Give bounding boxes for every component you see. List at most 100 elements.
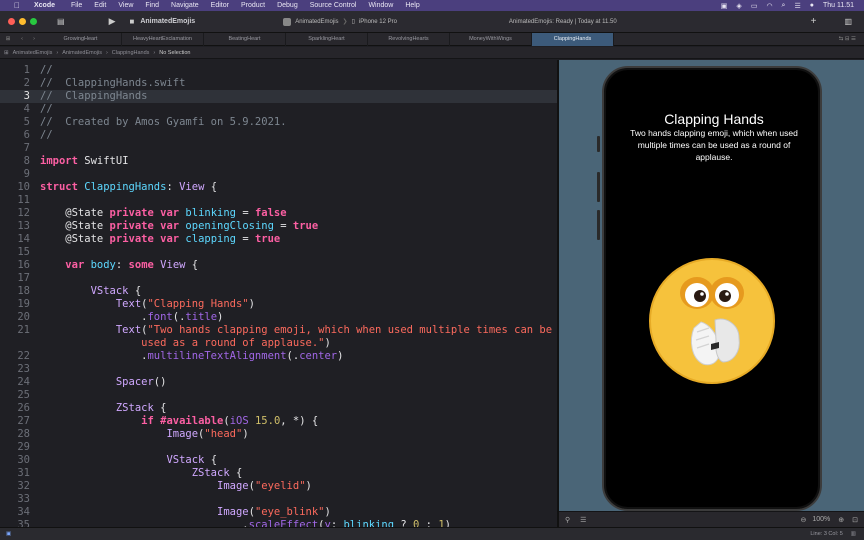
tab-sparkling-heart[interactable]: SparklingHeart — [286, 32, 368, 46]
jump-bar-symbol[interactable]: No Selection — [159, 50, 190, 56]
code-line[interactable]: 31 ZStack { — [0, 467, 557, 480]
tab-label: MoneyWithWings — [469, 36, 512, 42]
source-editor[interactable]: 1 // 2 // ClappingHands.swift 3 // ClappingHa… — [0, 60, 557, 527]
line-number: 15 — [17, 246, 30, 258]
code-line[interactable]: 11 — [0, 194, 557, 207]
line-number: 9 — [23, 168, 30, 180]
split-editor-icon[interactable]: ⇆ ⊟ ☰ — [839, 36, 856, 42]
code-line[interactable]: 9 — [0, 168, 557, 181]
forward-icon[interactable]: › — [28, 36, 40, 42]
code-line[interactable]: 22 .multilineTextAlignment(.center) — [0, 350, 557, 363]
debug-area-toggle-icon[interactable]: ▣ — [6, 531, 11, 537]
zoom-in-icon[interactable]: ⊕ — [838, 516, 844, 524]
code-line[interactable]: 32 Image("eyelid") — [0, 480, 557, 493]
code-line[interactable]: 12 @State private var blinking = false — [0, 207, 557, 220]
back-icon[interactable]: ‹ — [16, 36, 28, 42]
tab-revolving-hearts[interactable]: RevolvingHearts — [368, 32, 450, 46]
code-line[interactable]: 5 // Created by Amos Gyamfi on 5.9.2021. — [0, 116, 557, 129]
menu-item-find[interactable]: Find — [145, 2, 159, 9]
tab-growing-heart[interactable]: GrowingHeart — [40, 32, 122, 46]
code-line[interactable]: 29 — [0, 441, 557, 454]
code-line[interactable]: 6 // — [0, 129, 557, 142]
phone-preview[interactable]: Clapping Hands Two hands clapping emoji,… — [602, 66, 822, 511]
inspector-toggle-icon[interactable]: ▥ — [844, 17, 852, 26]
menu-item-navigate[interactable]: Navigate — [171, 2, 199, 9]
code-line[interactable]: 25 — [0, 389, 557, 402]
tab-beating-heart[interactable]: BeatingHeart — [204, 32, 286, 46]
code-line[interactable]: 30 VStack { — [0, 454, 557, 467]
code-line[interactable]: 13 @State private var openingClosing = t… — [0, 220, 557, 233]
dropbox-icon[interactable]: ◈ — [736, 2, 741, 10]
search-icon[interactable]: ⌕ — [782, 2, 786, 10]
code-line[interactable]: 23 — [0, 363, 557, 376]
tab-grid-icon[interactable]: ⊞ — [0, 36, 16, 42]
code-line[interactable]: 20 .font(.title) — [0, 311, 557, 324]
minimize-window-button[interactable] — [19, 18, 26, 25]
code-line[interactable]: 10 struct ClappingHands: View { — [0, 181, 557, 194]
code-line[interactable]: 28 Image("head") — [0, 428, 557, 441]
menu-item-edit[interactable]: Edit — [94, 2, 106, 9]
code-line[interactable]: 14 @State private var clapping = true — [0, 233, 557, 246]
tab-money-with-wings[interactable]: MoneyWithWings — [450, 32, 532, 46]
code-line[interactable]: 17 — [0, 272, 557, 285]
zoom-level[interactable]: 100% — [812, 516, 830, 523]
menu-item-window[interactable]: Window — [368, 2, 393, 9]
code-line[interactable]: 24 Spacer() — [0, 376, 557, 389]
menu-item-help[interactable]: Help — [405, 2, 419, 9]
code-line[interactable]: 19 Text("Clapping Hands") — [0, 298, 557, 311]
code-line[interactable]: 15 — [0, 246, 557, 259]
clapping-hands-emoji — [649, 258, 775, 384]
siri-icon[interactable]: ● — [810, 2, 814, 9]
scheme-selector[interactable]: AnimatedEmojis ❯ ▯ iPhone 12 Pro — [283, 17, 397, 26]
menu-item-debug[interactable]: Debug — [277, 2, 298, 9]
sidebar-toggle-icon[interactable]: ▤ — [57, 17, 65, 26]
line-number: 21 — [17, 324, 30, 336]
device-settings-icon[interactable]: ☰ — [580, 516, 586, 524]
code-line[interactable]: 8 import SwiftUI — [0, 155, 557, 168]
menu-item-xcode[interactable]: Xcode — [34, 2, 55, 9]
zoom-window-button[interactable] — [30, 18, 37, 25]
close-window-button[interactable] — [8, 18, 15, 25]
tab-clapping-hands[interactable]: ClappingHands — [532, 32, 614, 46]
menu-clock[interactable]: Thu 11.51 — [823, 2, 854, 9]
wifi-icon[interactable]: ◠ — [766, 2, 772, 10]
zoom-fit-icon[interactable]: ⊡ — [852, 516, 858, 524]
jump-bar-project[interactable]: AnimatedEmojis — [13, 50, 53, 56]
camera-icon[interactable]: ▣ — [721, 2, 728, 10]
tab-heavy-heart-exclamation[interactable]: HeavyHeartExclamation — [122, 32, 204, 46]
code-line[interactable]: 34 Image("eye_blink") — [0, 506, 557, 519]
related-items-icon[interactable]: ⊞ — [4, 50, 9, 56]
code-line[interactable]: 35 .scaleEffect(y: blinking ? 0 : 1) — [0, 519, 557, 527]
jump-bar-file[interactable]: ClappingHands — [112, 50, 150, 56]
menu-item-source-control[interactable]: Source Control — [310, 2, 357, 9]
code-line[interactable]: 16 var body: some View { — [0, 259, 557, 272]
menu-item-view[interactable]: View — [118, 2, 133, 9]
code-line[interactable]: 18 VStack { — [0, 285, 557, 298]
battery-icon[interactable]: ▭ — [751, 2, 758, 10]
code-line[interactable]: 33 — [0, 493, 557, 506]
menu-item-product[interactable]: Product — [241, 2, 265, 9]
code-line[interactable]: 26 ZStack { — [0, 402, 557, 415]
control-center-icon[interactable]: ☰ — [794, 2, 800, 10]
code-line[interactable]: used as a round of applause.") — [0, 337, 557, 350]
menu-item-editor[interactable]: Editor — [211, 2, 229, 9]
add-icon[interactable]: + — [811, 16, 817, 27]
preview-canvas[interactable]: Clapping Hands Two hands clapping emoji,… — [559, 60, 864, 511]
menu-item-file[interactable]: File — [71, 2, 82, 9]
code-text: Image("eye_blink") — [217, 506, 331, 518]
pin-icon[interactable]: ⚲ — [565, 516, 570, 524]
code-line[interactable]: 21 Text("Two hands clapping emoji, which… — [0, 324, 557, 337]
run-icon[interactable]: ▶ — [109, 16, 116, 27]
code-line[interactable]: 2 // ClappingHands.swift — [0, 77, 557, 90]
code-line[interactable]: 7 — [0, 142, 557, 155]
apple-icon[interactable]:  — [14, 1, 24, 10]
stop-icon[interactable]: ■ — [129, 17, 134, 26]
line-number: 29 — [17, 441, 30, 453]
jump-bar-folder[interactable]: AnimatedEmojis — [62, 50, 102, 56]
code-line[interactable]: 3 // ClappingHands — [0, 90, 557, 103]
code-line[interactable]: 4 // — [0, 103, 557, 116]
zoom-out-icon[interactable]: ⊖ — [800, 516, 806, 524]
code-line[interactable]: 1 // — [0, 64, 557, 77]
code-line[interactable]: 27 if #available(iOS 15.0, *) { — [0, 415, 557, 428]
inspector-area-toggle-icon[interactable]: ▥ — [851, 531, 856, 537]
